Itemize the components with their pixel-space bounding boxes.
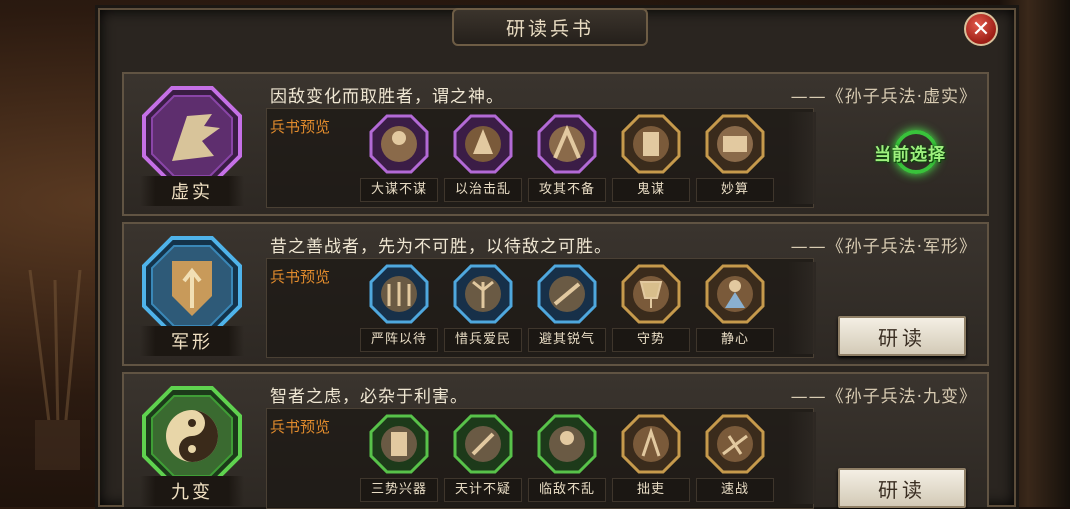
scroll-fade xyxy=(788,262,816,354)
skill-label: 以治击乱 xyxy=(444,178,522,202)
book-name: 九变 xyxy=(140,476,244,506)
close-icon: ✕ xyxy=(971,16,991,42)
book-panel-jiubian: 九变 智者之虑，必杂于利害。 ——《孙子兵法·九变》 兵书预览 三势兴器 天计不… xyxy=(122,372,989,509)
skill-label: 拙吏 xyxy=(612,478,690,502)
yin-yang-book-icon xyxy=(142,386,242,486)
skill-icon xyxy=(705,414,765,474)
skill-label: 大谋不谋 xyxy=(360,178,438,202)
skill-icon xyxy=(537,264,597,324)
skill-label: 静心 xyxy=(696,328,774,352)
skill-icon xyxy=(369,414,429,474)
skill-label: 惜兵爱民 xyxy=(444,328,522,352)
skill-item[interactable]: 三势兴器 xyxy=(360,414,438,502)
dialog-title: 研读兵书 xyxy=(505,17,594,40)
arrow-quiver-decoration xyxy=(28,270,82,470)
skill-item[interactable]: 攻其不备 xyxy=(528,114,606,202)
skill-label: 天计不疑 xyxy=(444,478,522,502)
skill-item[interactable]: 守势 xyxy=(612,264,690,352)
skill-icon xyxy=(369,114,429,174)
book-quote: 昔之善战者，先为不可胜，以待敌之可胜。 xyxy=(270,237,612,257)
skill-item[interactable]: 惜兵爱民 xyxy=(444,264,522,352)
skill-label: 避其锐气 xyxy=(528,328,606,352)
book-source: ——《孙子兵法·九变》 xyxy=(790,387,977,407)
skill-label: 妙算 xyxy=(696,178,774,202)
skill-icon xyxy=(621,114,681,174)
skill-label: 守势 xyxy=(612,328,690,352)
preview-label: 兵书预览 xyxy=(270,118,331,136)
skill-item[interactable]: 速战 xyxy=(696,414,774,502)
skill-label: 攻其不备 xyxy=(528,178,606,202)
skill-label: 速战 xyxy=(696,478,774,502)
skill-label: 严阵以待 xyxy=(360,328,438,352)
skill-item[interactable]: 拙吏 xyxy=(612,414,690,502)
scroll-fade xyxy=(788,412,816,504)
skill-label: 三势兴器 xyxy=(360,478,438,502)
skill-icon xyxy=(705,114,765,174)
close-button[interactable]: ✕ xyxy=(964,12,998,46)
current-selection-badge: 当前选择 xyxy=(860,130,960,174)
scroll-fade xyxy=(788,112,816,204)
current-selection-label: 当前选择 xyxy=(874,144,946,165)
skill-icon xyxy=(453,264,513,324)
skill-icon xyxy=(453,414,513,474)
skill-label: 鬼谋 xyxy=(612,178,690,202)
skill-item[interactable]: 静心 xyxy=(696,264,774,352)
skill-item[interactable]: 大谋不谋 xyxy=(360,114,438,202)
xushi-book-icon xyxy=(142,86,242,186)
skill-item[interactable]: 临敌不乱 xyxy=(528,414,606,502)
skill-item[interactable]: 以治击乱 xyxy=(444,114,522,202)
skill-icon xyxy=(621,264,681,324)
book-quote: 因敌变化而取胜者，谓之神。 xyxy=(270,87,504,107)
book-panel-junxing: 军形 昔之善战者，先为不可胜，以待敌之可胜。 ——《孙子兵法·军形》 兵书预览 … xyxy=(122,222,989,366)
study-button[interactable]: 研读 xyxy=(838,316,966,356)
skill-icon xyxy=(705,264,765,324)
skill-icon xyxy=(537,414,597,474)
preview-label: 兵书预览 xyxy=(270,418,331,436)
skill-item[interactable]: 妙算 xyxy=(696,114,774,202)
junxing-book-icon xyxy=(142,236,242,336)
dialog-title-plate: 研读兵书 xyxy=(452,8,648,46)
book-panel-xushi: 虚实 因敌变化而取胜者，谓之神。 ——《孙子兵法·虚实》 兵书预览 大谋不谋 以… xyxy=(122,72,989,216)
study-button[interactable]: 研读 xyxy=(838,468,966,508)
skill-icon xyxy=(369,264,429,324)
book-name: 军形 xyxy=(140,326,244,356)
book-name: 虚实 xyxy=(140,176,244,206)
skill-item[interactable]: 避其锐气 xyxy=(528,264,606,352)
book-quote: 智者之虑，必杂于利害。 xyxy=(270,387,468,407)
book-source: ——《孙子兵法·虚实》 xyxy=(790,87,977,107)
preview-label: 兵书预览 xyxy=(270,268,331,286)
skill-item[interactable]: 天计不疑 xyxy=(444,414,522,502)
skill-icon xyxy=(537,114,597,174)
skill-label: 临敌不乱 xyxy=(528,478,606,502)
skill-icon xyxy=(621,414,681,474)
skill-item[interactable]: 鬼谋 xyxy=(612,114,690,202)
book-source: ——《孙子兵法·军形》 xyxy=(790,237,977,257)
skill-item[interactable]: 严阵以待 xyxy=(360,264,438,352)
skill-icon xyxy=(453,114,513,174)
